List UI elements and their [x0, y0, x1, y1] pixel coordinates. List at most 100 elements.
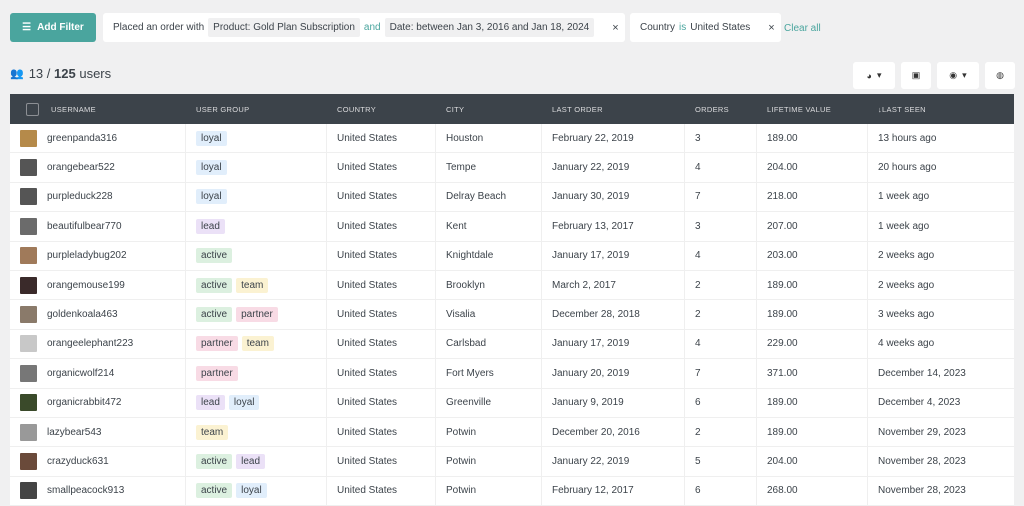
group-tag: active [196, 248, 233, 264]
table-row[interactable]: purpleladybug202 active United States Kn… [10, 241, 1014, 271]
filter-icon: ☰ [22, 22, 32, 33]
username[interactable]: purpleladybug202 [47, 250, 127, 261]
username[interactable]: goldenkoala463 [47, 309, 118, 320]
group-tag: active [196, 453, 233, 469]
avatar [20, 188, 37, 206]
username[interactable]: crazyduck631 [47, 456, 109, 467]
country: United States [337, 485, 398, 497]
group-tag: partner [236, 307, 278, 323]
last-seen: November 28, 2023 [878, 485, 966, 497]
avatar [20, 276, 37, 294]
calendar-button[interactable]: ▣ [901, 62, 931, 89]
col-city[interactable]: CITY [446, 105, 464, 114]
username[interactable]: lazybear543 [47, 427, 101, 438]
username[interactable]: purpleduck228 [47, 191, 113, 202]
globe-button[interactable]: ◍ [985, 62, 1015, 89]
username[interactable]: orangebear522 [47, 162, 115, 173]
group-tag: loyal [236, 483, 267, 499]
orders: 6 [695, 485, 701, 497]
last-seen: December 4, 2023 [878, 397, 961, 409]
orders: 3 [695, 220, 701, 232]
country: United States [337, 309, 398, 321]
table-row[interactable]: greenpanda316 loyal United States Housto… [10, 124, 1014, 154]
last-seen: 1 week ago [878, 220, 930, 232]
col-last-order[interactable]: LAST ORDER [552, 105, 603, 114]
avatar [20, 482, 37, 500]
columns-visibility-button[interactable]: ◉ ▾ [937, 62, 979, 89]
table-row[interactable]: orangebear522 loyal United States Tempe … [10, 153, 1014, 183]
group-tag: partner [196, 336, 238, 352]
last-order: January 22, 2019 [552, 455, 630, 467]
table-row[interactable]: crazyduck631 active lead United States Po… [10, 447, 1014, 477]
product-chip[interactable]: Product: Gold Plan Subscription [208, 18, 360, 37]
col-last-seen[interactable]: ↓LAST SEEN [878, 105, 926, 114]
col-user-group[interactable]: USER GROUP [196, 105, 249, 114]
group-tag: team [196, 424, 229, 440]
group-tag: loyal [196, 130, 227, 146]
username[interactable]: orangeelephant223 [47, 338, 133, 349]
select-all-checkbox[interactable] [26, 102, 39, 116]
avatar [20, 364, 37, 382]
close-icon[interactable]: × [762, 22, 774, 34]
avatar [20, 423, 37, 441]
table-row[interactable]: organicrabbit472 lead loyal United States… [10, 388, 1014, 418]
col-username[interactable]: USERNAME [51, 105, 96, 114]
col-lifetime-value[interactable]: LIFETIME VALUE [767, 105, 831, 114]
last-order: January 20, 2019 [552, 367, 630, 379]
last-order: February 12, 2017 [552, 485, 634, 497]
lifetime-value: 207.00 [767, 220, 798, 232]
orders: 6 [695, 397, 701, 409]
lifetime-value: 218.00 [767, 191, 798, 203]
country: United States [337, 426, 398, 438]
last-seen: 3 weeks ago [878, 309, 935, 321]
username[interactable]: organicwolf214 [47, 368, 114, 379]
city: Potwin [446, 455, 477, 467]
orders: 2 [695, 279, 701, 291]
date-chip[interactable]: Date: between Jan 3, 2016 and Jan 18, 20… [384, 18, 595, 37]
last-seen: 2 weeks ago [878, 250, 935, 262]
table-row[interactable]: orangemouse199 active team United States … [10, 270, 1014, 301]
col-orders[interactable]: ORDERS [695, 105, 729, 114]
last-order: March 2, 2017 [552, 279, 616, 291]
col-country[interactable]: COUNTRY [337, 105, 376, 114]
last-seen: 4 weeks ago [878, 338, 935, 350]
avatar [20, 217, 37, 235]
table-row[interactable]: purpleduck228 loyal United States Delray… [10, 182, 1014, 213]
username[interactable]: organicrabbit472 [47, 397, 122, 408]
avatar [20, 335, 37, 353]
last-order: January 17, 2019 [552, 250, 630, 262]
country: United States [337, 220, 398, 232]
clear-all-link[interactable]: Clear all [784, 23, 821, 34]
group-tag: active [196, 277, 233, 293]
last-order: January 9, 2019 [552, 397, 624, 409]
table-row[interactable]: smallpeacock913 active loyal United State… [10, 476, 1014, 506]
last-seen: December 14, 2023 [878, 367, 966, 379]
table-row[interactable]: beautifulbear770 lead United States Kent… [10, 212, 1014, 242]
username[interactable]: smallpeacock913 [47, 485, 124, 496]
group-tag: team [236, 277, 269, 293]
users-icon: 👥 [10, 68, 24, 80]
lifetime-value: 189.00 [767, 132, 798, 144]
last-seen: 2 weeks ago [878, 279, 935, 291]
chart-button[interactable]: ◕ ▾ [853, 62, 895, 89]
country-filter[interactable]: Country is United States × [630, 13, 781, 42]
table-row[interactable]: lazybear543 team United States Potwin De… [10, 417, 1014, 448]
username[interactable]: orangemouse199 [47, 280, 125, 291]
avatar [20, 247, 37, 265]
avatar [20, 129, 37, 147]
orders: 3 [695, 132, 701, 144]
close-icon[interactable]: × [606, 22, 618, 34]
country: United States [337, 397, 398, 409]
table-row[interactable]: goldenkoala463 active partner United Stat… [10, 300, 1014, 330]
city: Fort Myers [446, 367, 494, 379]
username[interactable]: beautifulbear770 [47, 221, 122, 232]
last-seen: 1 week ago [878, 191, 930, 203]
add-filter-button[interactable]: ☰ Add Filter [10, 13, 96, 42]
table-row[interactable]: orangeelephant223 partner team United Sta… [10, 329, 1014, 360]
order-filter[interactable]: Placed an order with Product: Gold Plan … [103, 13, 625, 42]
group-tag: lead [196, 395, 225, 411]
orders: 7 [695, 191, 701, 203]
table-row[interactable]: organicwolf214 partner United States For… [10, 359, 1014, 389]
group-tag: loyal [228, 395, 260, 411]
username[interactable]: greenpanda316 [47, 133, 117, 144]
